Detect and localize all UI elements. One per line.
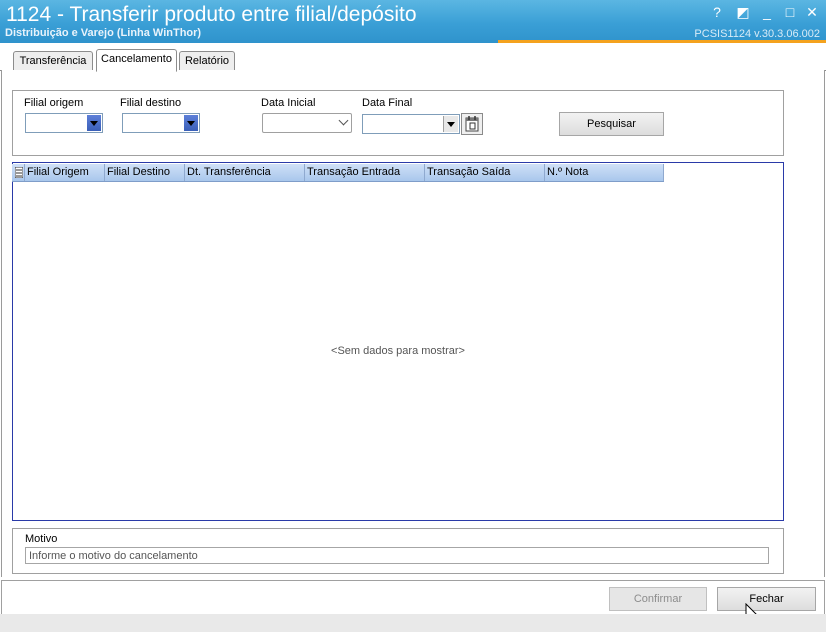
- column-numero-nota[interactable]: N.º Nota: [545, 164, 664, 181]
- window-subtitle: Distribuição e Varejo (Linha WinThor): [5, 27, 202, 39]
- data-inicial-field[interactable]: [262, 113, 352, 133]
- status-bar: [0, 614, 826, 632]
- tab-cancelamento[interactable]: Cancelamento: [96, 49, 177, 72]
- maximize-icon[interactable]: □: [781, 4, 799, 20]
- column-filial-origem[interactable]: Filial Origem: [25, 164, 105, 181]
- window-title: 1124 - Transferir produto entre filial/d…: [6, 3, 417, 26]
- pesquisar-button[interactable]: Pesquisar: [559, 112, 664, 136]
- confirmar-button[interactable]: Confirmar: [609, 587, 707, 611]
- filial-origem-label: Filial origem: [24, 97, 84, 109]
- chevron-down-icon[interactable]: [184, 115, 198, 131]
- filial-destino-label: Filial destino: [120, 97, 182, 109]
- help-icon[interactable]: ?: [708, 4, 726, 20]
- minimize-icon[interactable]: _: [758, 4, 776, 20]
- close-icon[interactable]: ✕: [803, 4, 821, 20]
- version-label: PCSIS1124 v.30.3.06.002: [694, 28, 820, 40]
- tab-transferencia[interactable]: Transferência: [13, 51, 93, 70]
- motivo-label: Motivo: [25, 533, 58, 545]
- chevron-down-icon[interactable]: [443, 116, 458, 132]
- filial-destino-select[interactable]: [122, 113, 200, 133]
- tab-relatorio[interactable]: Relatório: [179, 51, 235, 70]
- data-final-label: Data Final: [362, 97, 413, 109]
- chevron-down-icon[interactable]: [338, 115, 349, 126]
- title-bar: 1124 - Transferir produto entre filial/d…: [0, 0, 826, 43]
- motivo-input[interactable]: Informe o motivo do cancelamento: [25, 547, 769, 564]
- filial-origem-select[interactable]: [25, 113, 103, 133]
- column-transacao-entrada[interactable]: Transação Entrada: [305, 164, 425, 181]
- calendar-icon[interactable]: [461, 113, 483, 135]
- column-filial-destino[interactable]: Filial Destino: [105, 164, 185, 181]
- column-dt-transferencia[interactable]: Dt. Transferência: [185, 164, 305, 181]
- column-transacao-saida[interactable]: Transação Saída: [425, 164, 545, 181]
- chevron-down-icon[interactable]: [87, 115, 101, 131]
- fechar-button[interactable]: Fechar: [717, 587, 816, 611]
- data-final-field[interactable]: [362, 114, 460, 134]
- data-inicial-label: Data Inicial: [261, 97, 316, 109]
- column-chooser-icon[interactable]: [12, 164, 25, 181]
- grid-header: Filial Origem Filial Destino Dt. Transfe…: [12, 164, 664, 182]
- grid-empty-text: <Sem dados para mostrar>: [331, 345, 465, 357]
- transfer-grid[interactable]: [12, 162, 784, 521]
- restore-layout-icon[interactable]: ◩: [734, 4, 752, 20]
